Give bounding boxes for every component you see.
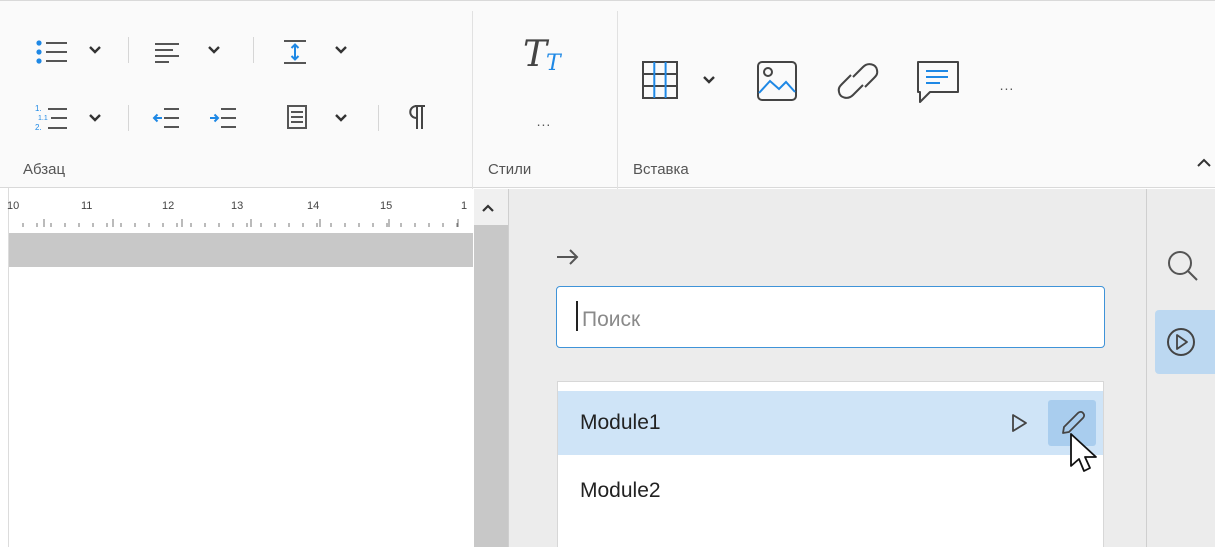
table-icon[interactable] xyxy=(640,59,690,103)
search-placeholder: Поиск xyxy=(582,308,641,331)
link-icon[interactable] xyxy=(830,56,886,106)
ruler-label: 12 xyxy=(162,200,175,212)
ruler-label: 13 xyxy=(231,200,244,212)
play-circle-icon xyxy=(1167,328,1195,356)
chevron-up-icon[interactable] xyxy=(1196,155,1212,171)
ribbon-toolbar: 1. 1.1 2. Абзац T T ... Стили ... Вставк… xyxy=(0,0,1215,189)
divider xyxy=(128,37,129,63)
insert-group-label: Вставка xyxy=(633,161,689,178)
insert-more-button[interactable]: ... xyxy=(990,75,1024,95)
macros-sidebar-button[interactable] xyxy=(1155,310,1215,374)
line-spacing-icon[interactable] xyxy=(280,37,310,67)
paragraph-spacing-dropdown-chevron-icon[interactable] xyxy=(332,109,350,127)
align-left-icon[interactable] xyxy=(152,39,182,65)
pilcrow-icon[interactable] xyxy=(402,102,430,132)
list-item-module2[interactable]: Module2 xyxy=(558,459,1103,523)
comment-icon[interactable] xyxy=(913,57,963,107)
numbered-list-dropdown-chevron-icon[interactable] xyxy=(86,109,104,127)
arrow-right-icon[interactable] xyxy=(554,243,582,271)
ruler-label: 15 xyxy=(380,200,393,212)
ruler-label: 1 xyxy=(461,200,468,212)
search-icon[interactable] xyxy=(1166,249,1200,283)
document-page[interactable] xyxy=(9,267,473,547)
scrollbar-thumb[interactable] xyxy=(474,225,508,547)
table-dropdown-chevron-icon[interactable] xyxy=(700,71,718,89)
horizontal-ruler[interactable]: 10 11 12 13 14 15 1 xyxy=(7,189,474,233)
text-styles-icon[interactable]: T T xyxy=(520,29,570,77)
decrease-indent-icon[interactable] xyxy=(150,104,182,132)
text-caret xyxy=(576,301,578,331)
paragraph-spacing-icon[interactable] xyxy=(282,102,312,132)
page-margin-area xyxy=(9,233,473,267)
ruler-label: 11 xyxy=(81,200,93,212)
ruler-label: 14 xyxy=(307,200,320,212)
styles-group-label: Стили xyxy=(488,161,532,178)
svg-text:1.: 1. xyxy=(35,104,42,113)
numbered-list-icon[interactable]: 1. 1.1 2. xyxy=(32,102,72,134)
group-divider xyxy=(617,11,618,189)
group-divider xyxy=(472,11,473,189)
divider xyxy=(378,105,379,131)
divider xyxy=(128,105,129,131)
image-icon[interactable] xyxy=(754,58,800,104)
module-label: Module1 xyxy=(580,411,661,434)
bulleted-list-icon[interactable] xyxy=(32,37,72,67)
divider xyxy=(253,37,254,63)
svg-text:T: T xyxy=(546,51,563,76)
ruler-label: 10 xyxy=(7,200,20,212)
line-spacing-dropdown-chevron-icon[interactable] xyxy=(332,41,350,59)
increase-indent-icon[interactable] xyxy=(207,104,239,132)
bulleted-list-dropdown-chevron-icon[interactable] xyxy=(86,41,104,59)
align-dropdown-chevron-icon[interactable] xyxy=(205,41,223,59)
play-icon[interactable] xyxy=(1008,412,1030,434)
svg-text:1.1: 1.1 xyxy=(38,115,48,122)
module-label: Module2 xyxy=(580,479,661,502)
scroll-up-chevron-icon[interactable] xyxy=(476,198,500,218)
svg-text:2.: 2. xyxy=(35,123,42,132)
styles-more-button[interactable]: ... xyxy=(530,113,558,129)
mouse-pointer-icon xyxy=(1065,432,1105,482)
paragraph-group-label: Абзац xyxy=(23,161,66,178)
